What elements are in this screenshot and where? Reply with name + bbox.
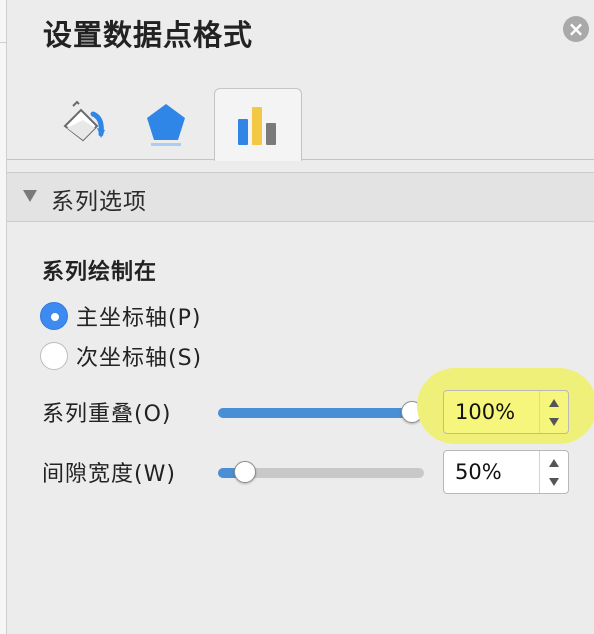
slider-knob[interactable]	[234, 461, 256, 483]
fill-bucket-icon	[63, 100, 105, 141]
spin-arrows	[539, 451, 568, 493]
gap-width-spinbox[interactable]: 50%	[443, 450, 569, 494]
bar-chart-icon	[238, 107, 276, 145]
series-overlap-value[interactable]: 100%	[455, 400, 515, 424]
spin-up-icon[interactable]	[549, 459, 559, 467]
series-overlap-slider[interactable]	[218, 401, 424, 423]
spin-arrows	[539, 391, 568, 433]
section-header-series-options[interactable]: 系列选项	[7, 172, 594, 222]
tab-bar	[7, 88, 594, 161]
series-overlap-label: 系列重叠(O)	[42, 402, 172, 427]
radio-button-unchecked[interactable]	[40, 342, 68, 370]
adjacent-window-edge	[0, 0, 7, 634]
tab-series-options[interactable]	[214, 88, 302, 161]
plot-series-on-label: 系列绘制在	[42, 260, 158, 285]
radio-label-primary-axis: 主坐标轴(P)	[76, 306, 202, 331]
gap-width-slider[interactable]	[218, 461, 424, 483]
collapse-caret-icon[interactable]	[23, 190, 37, 202]
pentagon-shape-icon	[147, 103, 185, 146]
pane-title: 设置数据点格式	[43, 18, 254, 52]
gap-width-value[interactable]: 50%	[455, 460, 502, 484]
slider-fill	[218, 408, 412, 418]
spin-down-icon[interactable]	[549, 478, 559, 486]
series-overlap-spinbox[interactable]: 100%	[443, 390, 569, 434]
format-data-point-pane: 设置数据点格式 × 系列选项 系列绘制在 主坐标轴(P) 次坐标轴(S) 系列重…	[7, 0, 594, 634]
radio-button-checked[interactable]	[40, 302, 68, 330]
radio-label-secondary-axis: 次坐标轴(S)	[76, 346, 203, 371]
section-title: 系列选项	[51, 189, 147, 215]
tab-effects[interactable]	[123, 88, 209, 159]
close-icon: ×	[567, 17, 585, 41]
radio-primary-axis[interactable]: 主坐标轴(P)	[40, 300, 201, 332]
tab-fill-line[interactable]	[41, 88, 127, 159]
radio-secondary-axis[interactable]: 次坐标轴(S)	[40, 340, 202, 372]
spin-down-icon[interactable]	[549, 418, 559, 426]
spin-up-icon[interactable]	[549, 399, 559, 407]
close-button[interactable]: ×	[563, 16, 589, 42]
gap-width-label: 间隙宽度(W)	[42, 462, 176, 487]
